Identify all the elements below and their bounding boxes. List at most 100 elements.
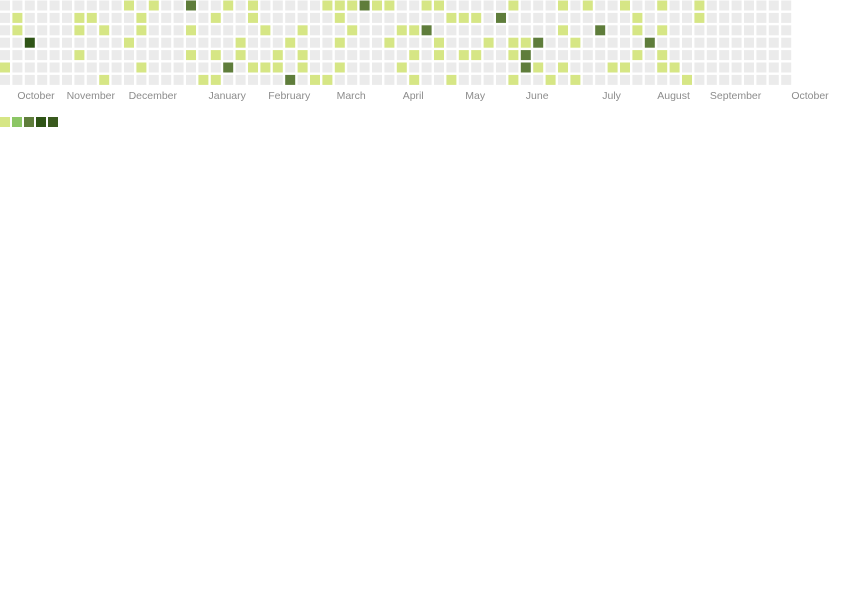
heatmap-cell xyxy=(297,50,308,61)
heatmap-cell xyxy=(607,74,618,85)
heatmap-cell xyxy=(570,0,581,11)
month-label: October xyxy=(791,90,829,102)
heatmap-cell xyxy=(161,25,172,36)
heatmap-cell xyxy=(582,25,593,36)
heatmap-cell xyxy=(161,50,172,61)
heatmap-cell xyxy=(706,62,717,73)
heatmap-cell xyxy=(446,0,457,11)
heatmap-cell xyxy=(186,37,196,48)
heatmap-cell xyxy=(508,37,519,48)
heatmap-cell xyxy=(285,12,296,23)
heatmap-cell xyxy=(235,50,246,61)
heatmap-cell xyxy=(719,50,730,61)
heatmap-cell xyxy=(446,62,457,73)
heatmap-cell xyxy=(248,0,258,11)
heatmap-cell xyxy=(334,50,345,61)
heatmap-cell xyxy=(731,50,742,61)
heatmap-cell xyxy=(124,0,134,11)
heatmap-cell xyxy=(148,50,159,61)
heatmap-cell xyxy=(644,25,655,36)
heatmap-cell xyxy=(471,74,482,85)
heatmap-cell xyxy=(582,62,593,73)
heatmap-cell xyxy=(285,0,296,11)
heatmap-cell xyxy=(508,74,519,85)
heatmap-cell xyxy=(781,62,792,73)
heatmap-cell xyxy=(210,0,221,11)
legend xyxy=(0,117,58,127)
heatmap-cell xyxy=(99,0,110,11)
heatmap-cell xyxy=(310,62,320,73)
heatmap-cell xyxy=(669,62,680,73)
month-label: March xyxy=(337,90,366,102)
heatmap-cell xyxy=(632,62,643,73)
heatmap-cell xyxy=(545,50,556,61)
heatmap-cell xyxy=(706,25,717,36)
heatmap-cell xyxy=(223,74,234,85)
heatmap-cell xyxy=(756,25,767,36)
heatmap-cell xyxy=(359,25,370,36)
heatmap-cell xyxy=(74,62,85,73)
heatmap-cell xyxy=(558,12,568,23)
heatmap-cell xyxy=(768,0,779,11)
heatmap-cell xyxy=(781,0,792,11)
heatmap-cell xyxy=(260,74,271,85)
heatmap-cell xyxy=(86,37,97,48)
heatmap-cell xyxy=(334,37,345,48)
heatmap-cell xyxy=(260,50,271,61)
heatmap-cell xyxy=(148,0,159,11)
heatmap-cell xyxy=(471,62,482,73)
heatmap-cell xyxy=(545,62,556,73)
heatmap-cell xyxy=(173,25,184,36)
heatmap-cell xyxy=(458,0,469,11)
heatmap-cell xyxy=(694,12,705,23)
heatmap-cell xyxy=(173,50,184,61)
heatmap-cell xyxy=(409,62,420,73)
heatmap-cell xyxy=(99,37,110,48)
heatmap-cell xyxy=(520,37,531,48)
heatmap-cell xyxy=(483,25,494,36)
heatmap-cell xyxy=(669,12,680,23)
heatmap-cell xyxy=(483,0,494,11)
heatmap-cell xyxy=(161,0,172,11)
heatmap-cell xyxy=(322,12,333,23)
heatmap-cell xyxy=(334,25,345,36)
heatmap-cell xyxy=(384,25,395,36)
heatmap-cell xyxy=(434,37,444,48)
heatmap-cell xyxy=(607,37,618,48)
heatmap-cell xyxy=(768,37,779,48)
heatmap-cell xyxy=(12,0,23,11)
heatmap-cell xyxy=(657,25,668,36)
heatmap-cell xyxy=(434,12,444,23)
heatmap-cell xyxy=(533,37,544,48)
heatmap-cell xyxy=(136,0,147,11)
heatmap-cell xyxy=(223,25,234,36)
heatmap-cell xyxy=(136,37,147,48)
heatmap-cell xyxy=(62,0,72,11)
heatmap-cell xyxy=(12,12,23,23)
heatmap-cell xyxy=(297,62,308,73)
heatmap-cell xyxy=(111,0,122,11)
heatmap-cell xyxy=(0,74,10,85)
heatmap-cell xyxy=(86,0,97,11)
heatmap-cell xyxy=(347,50,358,61)
heatmap-cell xyxy=(384,62,395,73)
heatmap-cell xyxy=(49,50,60,61)
heatmap-cell xyxy=(0,62,10,73)
heatmap-cell xyxy=(483,74,494,85)
heatmap-cell xyxy=(620,50,630,61)
heatmap-cell xyxy=(582,50,593,61)
heatmap-cell xyxy=(297,0,308,11)
heatmap-cell xyxy=(272,50,283,61)
heatmap-cell xyxy=(533,62,544,73)
heatmap-cell xyxy=(210,12,221,23)
heatmap-cell xyxy=(86,25,97,36)
heatmap-cell xyxy=(545,37,556,48)
heatmap-cell xyxy=(384,0,395,11)
heatmap-cell xyxy=(421,37,432,48)
heatmap-cell xyxy=(409,50,420,61)
heatmap-cell xyxy=(86,50,97,61)
heatmap-cell xyxy=(297,74,308,85)
heatmap-cell xyxy=(744,74,754,85)
heatmap-cell xyxy=(496,74,506,85)
heatmap-cell xyxy=(409,25,420,36)
